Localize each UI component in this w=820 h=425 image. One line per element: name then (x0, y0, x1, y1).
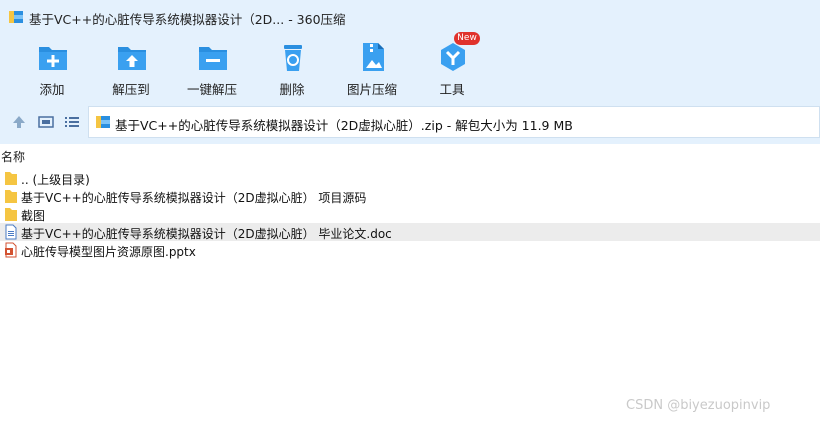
filelist-header: 名称 (0, 145, 820, 165)
delete-icon (284, 45, 302, 71)
list-item-name: .. (上级目录) (21, 173, 90, 187)
address-field[interactable]: 基于VC++的心脏传导系统模拟器设计（2D虚拟心脏）.zip - 解包大小为 1… (88, 106, 820, 138)
tools-label: 工具 (439, 82, 465, 97)
archive-file-icon (96, 116, 110, 128)
list-item[interactable]: 基于VC++的心脏传导系统模拟器设计（2D虚拟心脏） 毕业论文.doc (0, 223, 820, 241)
toolbar: 添加 解压到 一键解压 删除 图片压缩 工具 (0, 34, 820, 100)
column-header-name[interactable]: 名称 (1, 148, 25, 165)
list-item[interactable]: .. (上级目录) (0, 169, 820, 187)
add-button[interactable]: 添加 (14, 38, 90, 97)
extract-to-icon (118, 47, 146, 70)
add-icon (39, 47, 67, 70)
image-compress-button[interactable]: 图片压缩 (334, 38, 410, 97)
folder-icon (5, 172, 17, 185)
list-item-name: 心脏传导模型图片资源原图.pptx (21, 245, 196, 259)
image-compress-label: 图片压缩 (346, 82, 397, 97)
word-document-icon (5, 224, 17, 240)
up-arrow-icon[interactable] (11, 114, 27, 130)
title-bar: 基于VC++的心脏传导系统模拟器设计（2D... - 360压缩 (0, 0, 820, 34)
one-click-extract-icon (199, 47, 227, 70)
delete-button[interactable]: 删除 (254, 38, 330, 97)
extract-to-label: 解压到 (112, 82, 150, 97)
list-view-icon[interactable] (64, 114, 80, 130)
watermark: CSDN @biyezuopinvip (626, 398, 771, 413)
new-badge: New (454, 32, 480, 45)
window-title: 基于VC++的心脏传导系统模拟器设计（2D... - 360压缩 (29, 12, 346, 27)
folder-icon (5, 208, 17, 221)
delete-label: 删除 (279, 82, 305, 97)
list-item-name: 截图 (21, 209, 46, 223)
one-click-extract-label: 一键解压 (186, 82, 237, 97)
list-item[interactable]: 基于VC++的心脏传导系统模拟器设计（2D虚拟心脏） 项目源码 (0, 187, 820, 205)
archive-app-icon (9, 11, 23, 23)
list-item[interactable]: 心脏传导模型图片资源原图.pptx (0, 241, 820, 259)
tools-button[interactable]: 工具 (414, 38, 490, 97)
folder-icon (5, 190, 17, 203)
image-compress-icon (363, 43, 384, 71)
thumbnail-view-icon[interactable] (38, 114, 54, 130)
powerpoint-icon (5, 242, 17, 258)
address-text: 基于VC++的心脏传导系统模拟器设计（2D虚拟心脏）.zip - 解包大小为 1… (115, 118, 573, 133)
list-item[interactable]: 截图 (0, 205, 820, 223)
list-item-name: 基于VC++的心脏传导系统模拟器设计（2D虚拟心脏） 毕业论文.doc (21, 227, 392, 241)
one-click-extract-button[interactable]: 一键解压 (174, 38, 250, 97)
extract-to-button[interactable]: 解压到 (93, 38, 169, 97)
tools-icon (441, 43, 465, 71)
add-label: 添加 (39, 82, 65, 97)
list-item-name: 基于VC++的心脏传导系统模拟器设计（2D虚拟心脏） 项目源码 (21, 191, 367, 205)
